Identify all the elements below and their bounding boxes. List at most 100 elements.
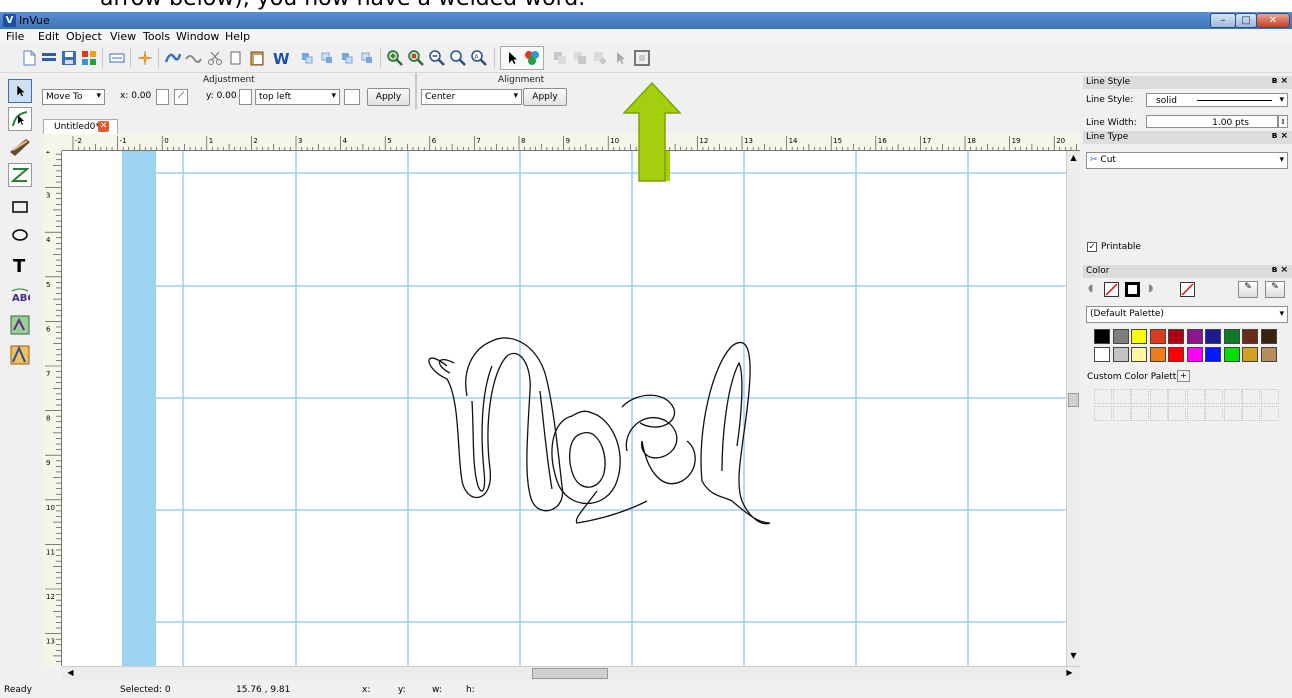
text-path-tool-icon[interactable]: ABC bbox=[8, 283, 32, 307]
color-swatch[interactable] bbox=[1223, 329, 1240, 344]
eyedropper-stroke-icon[interactable]: ✎ bbox=[1265, 281, 1285, 298]
frame-icon[interactable] bbox=[633, 49, 651, 67]
add-custom-color-icon[interactable]: + bbox=[1177, 370, 1190, 382]
eyedropper-fill-icon[interactable]: ✎ bbox=[1238, 281, 1258, 298]
path-icon[interactable] bbox=[184, 49, 202, 67]
color-swatch[interactable] bbox=[1094, 329, 1110, 344]
sparkle-icon[interactable] bbox=[136, 49, 154, 67]
color-swatch[interactable] bbox=[1149, 329, 1166, 344]
custom-color-slot[interactable] bbox=[1242, 389, 1260, 404]
new-document-icon[interactable] bbox=[20, 49, 38, 67]
panel-float-close-icon[interactable]: ʙ × bbox=[1272, 265, 1288, 275]
custom-color-slot[interactable] bbox=[1168, 389, 1186, 404]
vertical-scroll-thumb[interactable] bbox=[1068, 393, 1079, 407]
custom-color-slot[interactable] bbox=[1205, 389, 1223, 404]
link-icon[interactable]: ⟋ bbox=[174, 89, 188, 105]
close-button[interactable]: ✕ bbox=[1256, 13, 1290, 28]
text-tool-icon[interactable]: T bbox=[8, 253, 32, 277]
group-icon[interactable] bbox=[551, 49, 569, 67]
menu-help[interactable]: Help bbox=[225, 30, 250, 43]
minimize-button[interactable]: – bbox=[1210, 13, 1236, 28]
node-edit-icon[interactable] bbox=[591, 49, 609, 67]
menu-file[interactable]: File bbox=[6, 30, 24, 43]
weld-icon[interactable] bbox=[164, 49, 182, 67]
welded-noel-word[interactable] bbox=[428, 337, 771, 525]
layout-icon[interactable] bbox=[80, 49, 98, 67]
fill-none-swatch[interactable] bbox=[1104, 282, 1119, 297]
color-swatch[interactable] bbox=[1094, 347, 1110, 362]
open-icon[interactable] bbox=[40, 49, 58, 67]
custom-color-slot[interactable] bbox=[1223, 389, 1242, 404]
custom-color-slot[interactable] bbox=[1131, 406, 1149, 421]
ungroup-icon[interactable] bbox=[571, 49, 589, 67]
zoom-in-icon[interactable] bbox=[386, 49, 404, 67]
send-backward-icon[interactable] bbox=[338, 49, 356, 67]
panel-float-close-icon[interactable]: ʙ × bbox=[1272, 76, 1288, 86]
line-style-dropdown[interactable]: solid ▾ bbox=[1146, 93, 1288, 107]
custom-color-slot[interactable] bbox=[1186, 389, 1205, 404]
horizontal-scroll-thumb[interactable] bbox=[532, 668, 608, 679]
custom-color-slot[interactable] bbox=[1205, 406, 1223, 421]
line-width-input[interactable]: 1.00 pts bbox=[1146, 115, 1278, 128]
color-swatch[interactable] bbox=[1112, 347, 1129, 362]
menu-window[interactable]: Window bbox=[176, 30, 219, 43]
custom-color-slot[interactable] bbox=[1149, 406, 1168, 421]
word-art-icon[interactable]: W bbox=[272, 49, 290, 67]
printable-checkbox[interactable]: ✓ bbox=[1087, 242, 1097, 252]
save-icon[interactable] bbox=[60, 49, 78, 67]
color-swatch[interactable] bbox=[1186, 329, 1203, 344]
panel-float-close-icon[interactable]: ʙ × bbox=[1272, 131, 1288, 141]
custom-color-slot[interactable] bbox=[1094, 406, 1112, 421]
select-arrow-icon[interactable] bbox=[503, 49, 521, 67]
rectangle-tool-icon[interactable] bbox=[8, 195, 32, 219]
custom-color-slot[interactable] bbox=[1112, 406, 1131, 421]
color-swatch[interactable] bbox=[1149, 347, 1166, 362]
alignment-apply-button[interactable]: Apply bbox=[523, 88, 567, 106]
custom-color-slot[interactable] bbox=[1168, 406, 1186, 421]
custom-color-slot[interactable] bbox=[1260, 389, 1279, 404]
scroll-up-icon[interactable]: ▲ bbox=[1068, 153, 1079, 164]
bring-forward-icon[interactable] bbox=[318, 49, 336, 67]
color-swatch[interactable] bbox=[1223, 347, 1240, 362]
line-width-spinner[interactable]: ⇕ bbox=[1278, 115, 1288, 128]
anchor-dropdown[interactable]: top left ▾ bbox=[255, 89, 340, 105]
line-tool-icon[interactable] bbox=[8, 163, 32, 187]
color-swatch[interactable] bbox=[1205, 347, 1221, 362]
custom-color-slot[interactable] bbox=[1186, 406, 1205, 421]
zoom-fit-icon[interactable] bbox=[449, 49, 467, 67]
custom-color-slot[interactable] bbox=[1094, 389, 1112, 404]
color-puzzle-icon[interactable] bbox=[523, 49, 541, 67]
paste-icon[interactable] bbox=[248, 49, 266, 67]
pointer-disabled-icon[interactable] bbox=[611, 49, 629, 67]
node-tool-icon[interactable] bbox=[8, 107, 32, 131]
color-swatch[interactable] bbox=[1112, 329, 1129, 344]
vertical-scrollbar[interactable]: ▲ ▼ bbox=[1066, 151, 1080, 666]
zoom-all-icon[interactable]: A bbox=[470, 49, 488, 67]
color-swatch[interactable] bbox=[1242, 329, 1258, 344]
x-spinner[interactable] bbox=[156, 89, 169, 105]
palette-dropdown[interactable]: (Default Palette) ▾ bbox=[1086, 306, 1288, 323]
zoom-selection-icon[interactable] bbox=[407, 49, 425, 67]
menu-object[interactable]: Object bbox=[66, 30, 102, 43]
ellipse-tool-icon[interactable] bbox=[8, 223, 32, 247]
document-tab[interactable]: Untitled0* ✕ bbox=[43, 119, 118, 135]
color-swatch[interactable] bbox=[1131, 347, 1147, 362]
custom-color-slot[interactable] bbox=[1131, 389, 1149, 404]
y-spinner[interactable] bbox=[239, 89, 252, 105]
adjustment-apply-button[interactable]: Apply bbox=[367, 88, 410, 106]
color-swatch[interactable] bbox=[1131, 329, 1147, 344]
drawing-canvas[interactable] bbox=[62, 151, 1066, 666]
page-icon[interactable] bbox=[344, 89, 360, 105]
alignment-dropdown[interactable]: Center ▾ bbox=[421, 89, 522, 105]
color-swatch[interactable] bbox=[1168, 329, 1184, 344]
custom-color-slot[interactable] bbox=[1149, 389, 1168, 404]
image-trace-tool-icon[interactable] bbox=[8, 313, 32, 337]
custom-color-slot[interactable] bbox=[1242, 406, 1260, 421]
shape-weld-tool-icon[interactable] bbox=[8, 343, 32, 367]
color-swatch[interactable] bbox=[1186, 347, 1203, 362]
line-type-dropdown[interactable]: ✂ Cut ▾ bbox=[1086, 152, 1288, 169]
scissors-icon[interactable] bbox=[206, 49, 224, 67]
color-swatch[interactable] bbox=[1260, 347, 1277, 362]
copy-icon[interactable] bbox=[227, 49, 245, 67]
scroll-left-icon[interactable]: ◀ bbox=[65, 668, 76, 679]
